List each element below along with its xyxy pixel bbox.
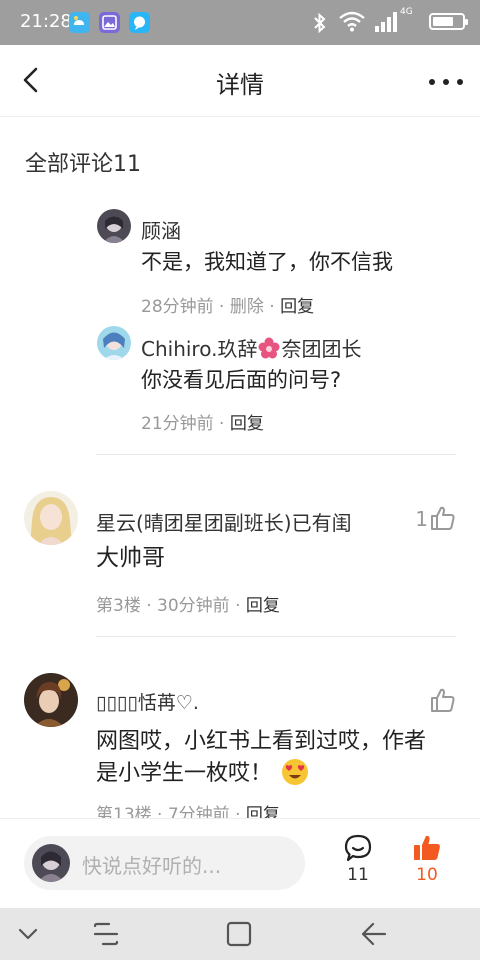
meta-dot: · <box>219 414 230 434</box>
all-comments-title: 全部评论11 <box>25 152 141 177</box>
divider <box>96 636 456 637</box>
like-count: 1 <box>415 507 428 531</box>
meta-dot: · <box>269 297 281 317</box>
gallery-app-icon <box>99 12 120 33</box>
reply-author-name-main: Chihiro.玖辞 <box>141 337 258 361</box>
status-time: 21:28 <box>20 11 72 32</box>
comment-time: 30分钟前 <box>157 596 230 616</box>
reply-text: 不是，我知道了，你不信我 <box>141 250 393 274</box>
floor-number: 第3楼 <box>96 596 141 616</box>
comment-text: 网图哎，小红书上看到过哎，作者是小学生一枚哎！ <box>96 726 441 789</box>
thumbs-up-icon <box>431 506 455 530</box>
reply-button[interactable]: 回复 <box>230 414 264 434</box>
thumbs-up-icon <box>431 688 455 712</box>
hide-keyboard-icon[interactable] <box>14 920 42 948</box>
comment-text-content: 网图哎，小红书上看到过哎，作者是小学生一枚哎！ <box>96 729 427 786</box>
battery-level <box>433 17 453 26</box>
like-button[interactable]: 1 <box>400 505 456 535</box>
like-button[interactable] <box>400 687 456 717</box>
network-type-label: 4G <box>400 7 413 17</box>
like-post-button[interactable]: 10 <box>407 833 447 885</box>
recent-apps-icon[interactable] <box>92 920 120 948</box>
reply-button[interactable]: 回复 <box>246 596 280 616</box>
comment-count: 11 <box>347 865 369 885</box>
top-app-bar: 详情 <box>0 45 480 117</box>
battery-icon <box>429 13 468 30</box>
my-avatar <box>32 844 70 882</box>
wifi-icon <box>339 11 365 32</box>
reply-time: 28分钟前 <box>141 297 214 317</box>
reply-text: 你没看见后面的问号? <box>141 368 342 392</box>
reply-time: 21分钟前 <box>141 414 214 434</box>
divider <box>96 454 456 455</box>
more-options-icon[interactable] <box>426 67 466 95</box>
avatar[interactable] <box>97 326 131 360</box>
comment-input[interactable]: 快说点好听的... <box>24 836 305 890</box>
comments-button[interactable]: 11 <box>338 833 378 885</box>
avatar[interactable] <box>24 491 78 545</box>
back-nav-icon[interactable] <box>359 920 387 948</box>
meta-dot: · <box>146 596 158 616</box>
meta-dot: · <box>219 297 230 317</box>
home-icon[interactable] <box>225 920 253 948</box>
comment-bar: 快说点好听的... 11 10 <box>0 818 480 908</box>
system-navigation-bar <box>0 908 480 960</box>
messenger-app-icon <box>129 12 150 33</box>
bluetooth-icon <box>314 12 326 34</box>
comment-input-placeholder: 快说点好听的... <box>82 854 222 878</box>
comment-meta: 第3楼 · 30分钟前 · 回复 <box>96 591 280 616</box>
comment-bubble-icon <box>344 834 372 862</box>
signal-icon <box>375 12 397 32</box>
reply-author-name[interactable]: Chihiro.玖辞 奈团团长 <box>141 333 361 362</box>
comment-text: 大帅哥 <box>96 545 165 571</box>
thumbs-up-filled-icon <box>414 835 440 860</box>
reply-author-name[interactable]: 顾涵 <box>141 215 181 244</box>
page-title: 详情 <box>216 71 264 99</box>
delete-button[interactable]: 删除 <box>230 297 264 317</box>
comment-author-name[interactable]: ▯▯▯▯恬苒♡. <box>96 688 199 715</box>
reply-meta: 28分钟前 · 删除 · 回复 <box>141 292 314 317</box>
weather-app-icon <box>69 12 90 33</box>
flower-emoji-icon <box>258 337 280 359</box>
reply-author-name-suffix: 奈团团长 <box>281 337 362 361</box>
reply-button[interactable]: 回复 <box>280 297 314 317</box>
comment-author-name[interactable]: 星云(晴团星团副班长)已有闺 <box>96 507 352 536</box>
avatar[interactable] <box>24 673 78 727</box>
avatar[interactable] <box>97 209 131 243</box>
like-count-total: 10 <box>416 865 438 885</box>
heart-eyes-emoji-icon <box>282 759 309 785</box>
status-bar: 21:28 4G <box>0 0 480 45</box>
reply-meta: 21分钟前 · 回复 <box>141 409 264 434</box>
meta-dot: · <box>235 596 246 616</box>
